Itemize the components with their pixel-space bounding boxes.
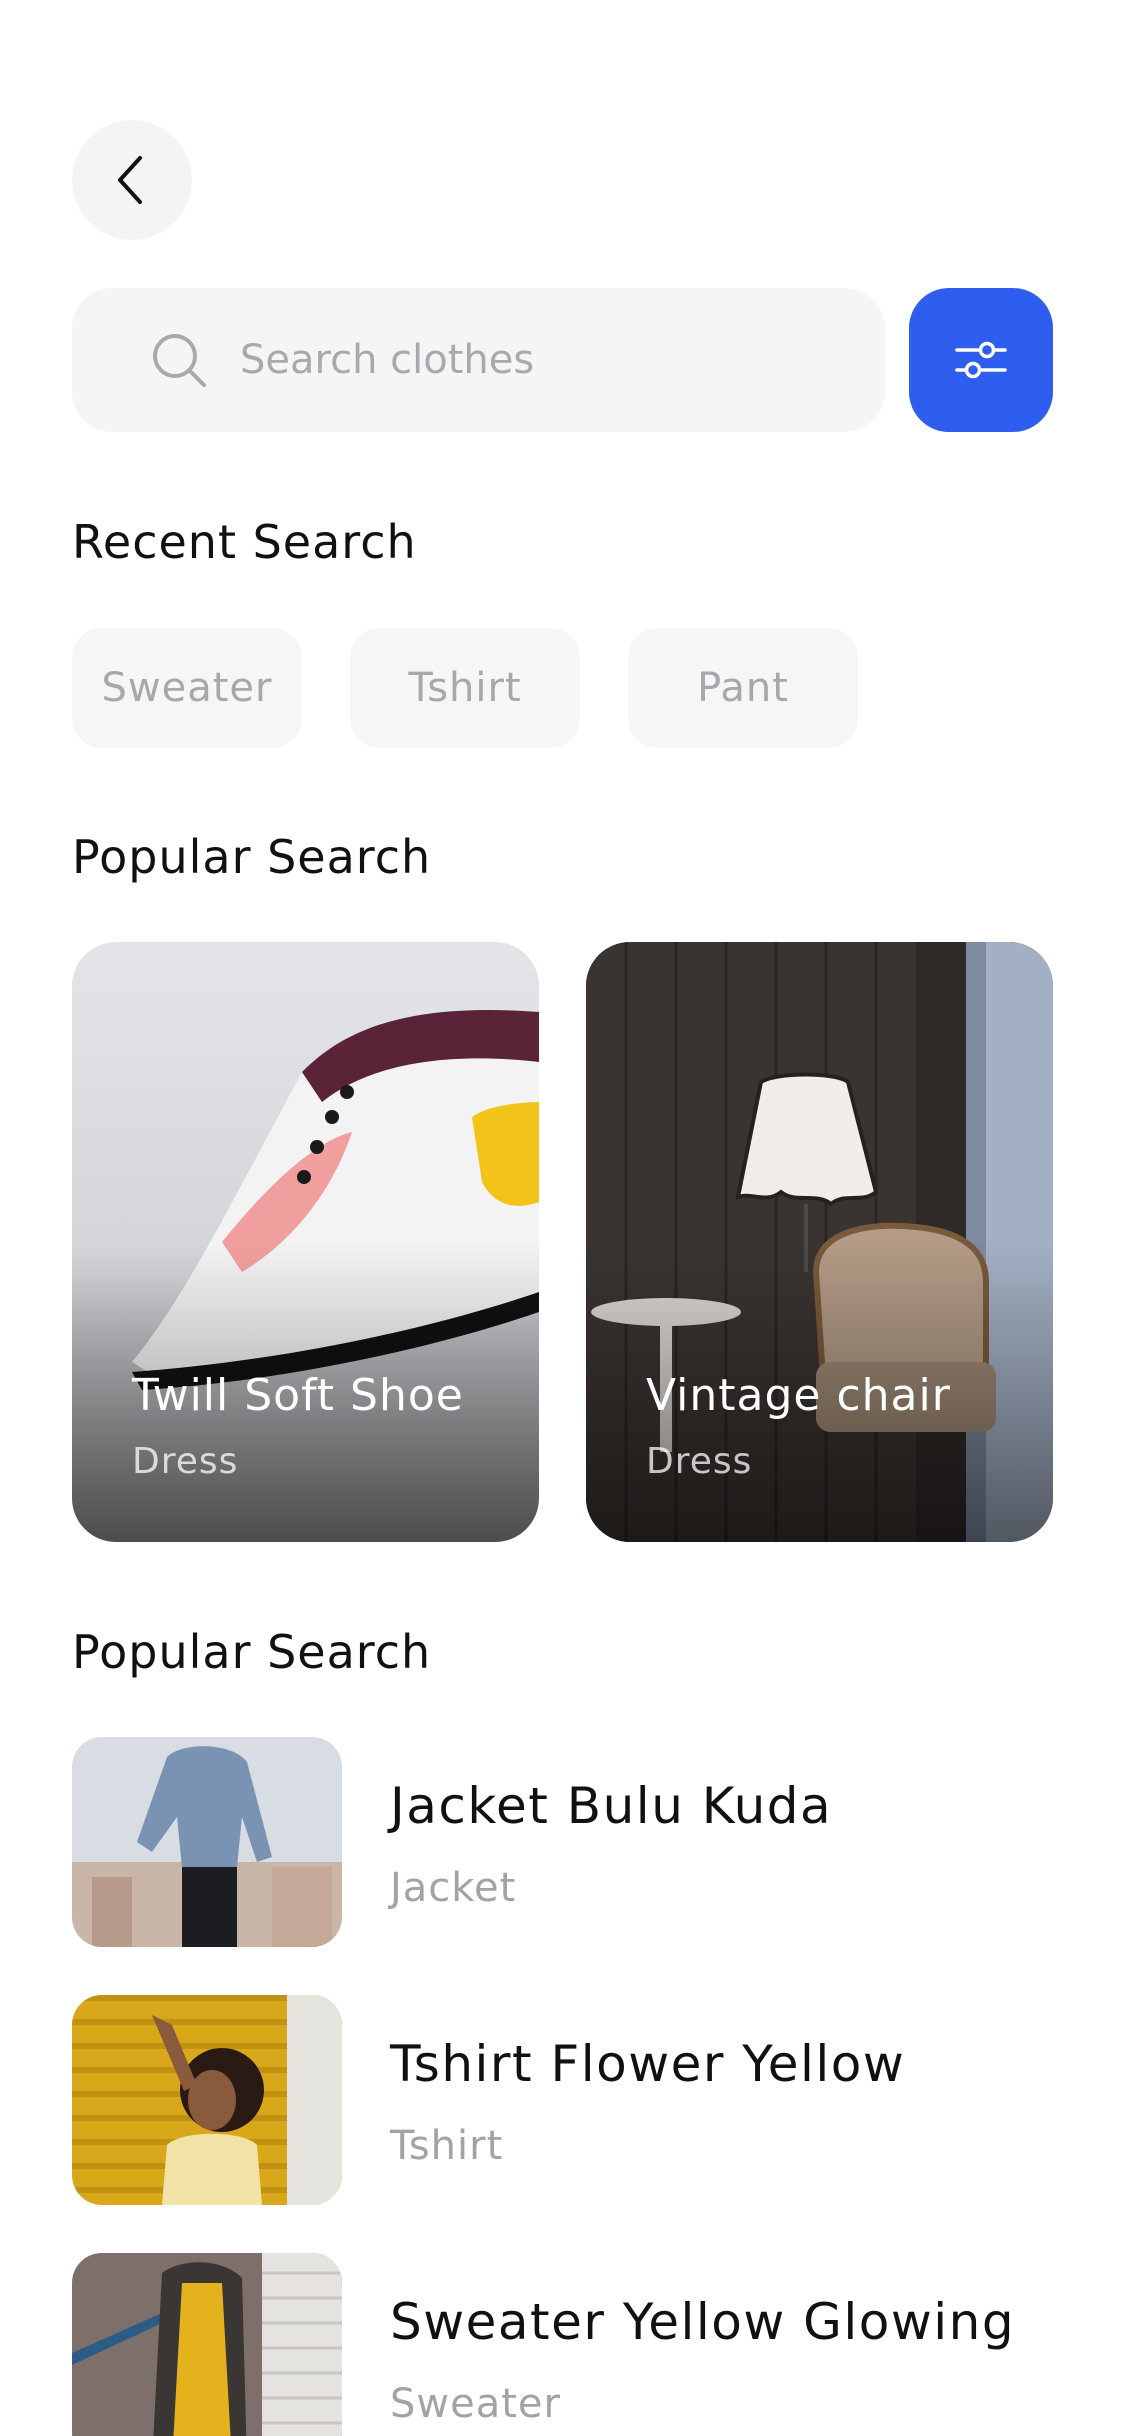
item-subtitle: Jacket bbox=[390, 1865, 517, 1911]
search-icon bbox=[153, 334, 206, 387]
tshirt-thumbnail bbox=[72, 1995, 342, 2205]
list-item[interactable]: Tshirt Flower Yellow Tshirt bbox=[72, 1995, 1053, 2205]
item-title: Jacket Bulu Kuda bbox=[390, 1777, 833, 1835]
card-title: Vintage chair bbox=[646, 1370, 951, 1421]
recent-chip-tshirt[interactable]: Tshirt bbox=[350, 628, 580, 748]
filter-button[interactable] bbox=[909, 288, 1053, 432]
recent-chip-sweater[interactable]: Sweater bbox=[72, 628, 302, 748]
item-title: Sweater Yellow Glowing bbox=[390, 2293, 1016, 2351]
recent-search-title: Recent Search bbox=[72, 515, 417, 569]
item-subtitle: Tshirt bbox=[390, 2123, 504, 2169]
card-title: Twill Soft Shoe bbox=[132, 1370, 464, 1421]
card-subtitle: Dress bbox=[646, 1441, 753, 1482]
popular-list-title: Popular Search bbox=[72, 1625, 432, 1679]
search-bar[interactable] bbox=[72, 288, 885, 432]
list-item[interactable]: Sweater Yellow Glowing Sweater bbox=[72, 2253, 1053, 2436]
popular-search-title: Popular Search bbox=[72, 830, 432, 884]
back-button[interactable] bbox=[72, 120, 192, 240]
sweater-thumbnail bbox=[72, 2253, 342, 2436]
item-title: Tshirt Flower Yellow bbox=[390, 2035, 906, 2093]
card-subtitle: Dress bbox=[132, 1441, 239, 1482]
jacket-thumbnail bbox=[72, 1737, 342, 1947]
popular-card-shoe[interactable]: Twill Soft Shoe Dress bbox=[72, 942, 539, 1542]
popular-card-chair[interactable]: Vintage chair Dress bbox=[586, 942, 1053, 1542]
sliders-icon bbox=[955, 341, 1007, 379]
chevron-left-icon bbox=[118, 156, 142, 204]
item-subtitle: Sweater bbox=[390, 2381, 561, 2427]
recent-chip-pant[interactable]: Pant bbox=[628, 628, 858, 748]
list-item[interactable]: Jacket Bulu Kuda Jacket bbox=[72, 1737, 1053, 1947]
search-input[interactable] bbox=[240, 337, 840, 383]
